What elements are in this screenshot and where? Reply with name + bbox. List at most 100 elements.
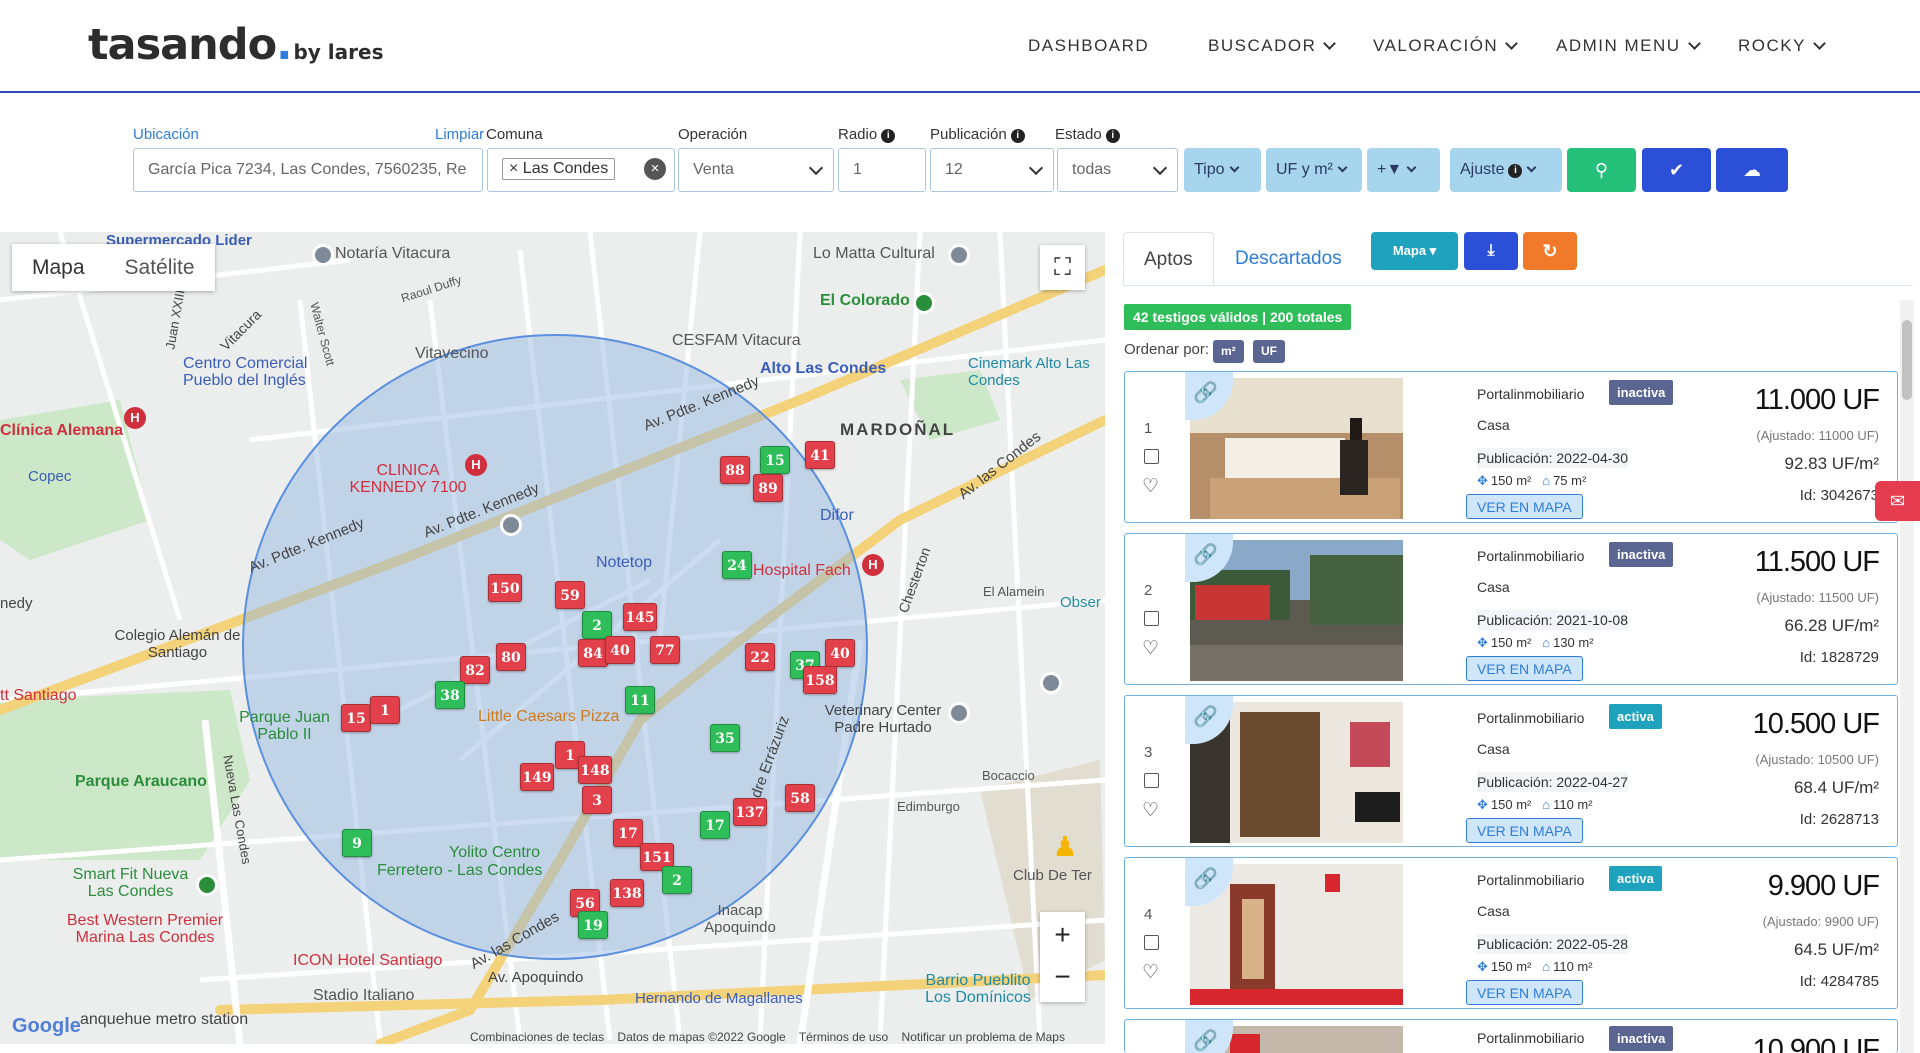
heart-icon[interactable]: ♡ [1142, 961, 1159, 984]
listing-map-marker[interactable]: 2 [662, 866, 692, 894]
listing-map-marker[interactable]: 24 [722, 551, 752, 579]
map-type-satelite[interactable]: Satélite [105, 244, 215, 291]
hospital-icon[interactable]: H [465, 454, 487, 476]
listing-map-marker[interactable]: 150 [488, 574, 522, 602]
order-uf-button[interactable]: UF [1253, 340, 1285, 363]
listing-map-marker[interactable]: 11 [625, 686, 655, 714]
nav-admin-menu[interactable]: ADMIN MENU [1556, 36, 1701, 56]
listing-map-marker[interactable]: 138 [610, 879, 644, 907]
search-button[interactable]: ⚲ [1567, 148, 1636, 192]
pegman-icon[interactable]: ♟ [1051, 830, 1079, 874]
radio-input[interactable]: 1 [838, 148, 926, 192]
hospital-icon[interactable]: H [124, 407, 146, 429]
listing-map-marker[interactable]: 15 [341, 704, 371, 732]
attr-shortcuts[interactable]: Combinaciones de teclas [470, 1030, 604, 1044]
download-button[interactable]: ⤓ [1464, 232, 1518, 270]
operacion-select[interactable]: Venta [678, 148, 834, 192]
info-icon[interactable]: i [1105, 129, 1120, 143]
fullscreen-icon[interactable]: ⛶ [1040, 245, 1085, 290]
hospital-icon[interactable]: H [862, 554, 884, 576]
listing-map-marker[interactable]: 149 [520, 763, 554, 791]
map-view[interactable]: Supermercado Lider Notaría Vitacura Lo M… [0, 232, 1105, 1044]
listing-map-marker[interactable]: 80 [496, 643, 526, 671]
listing-map-marker[interactable]: 58 [785, 784, 815, 812]
listing-map-marker[interactable]: 15 [760, 446, 790, 474]
listing-map-marker[interactable]: 9 [342, 829, 372, 857]
listing-map-marker[interactable]: 89 [753, 474, 783, 502]
listing-map-marker[interactable]: 148 [578, 756, 612, 784]
scrollbar-thumb[interactable] [1902, 320, 1912, 400]
listing-map-marker[interactable]: 1 [370, 696, 400, 724]
poi-pin-icon[interactable] [948, 702, 970, 724]
scrollbar[interactable] [1900, 300, 1914, 1053]
heart-icon[interactable]: ♡ [1142, 799, 1159, 822]
uf-m2-dropdown[interactable]: UF y m² [1266, 148, 1362, 192]
listing-map-marker[interactable]: 40 [825, 639, 855, 667]
listing-map-marker[interactable]: 59 [555, 581, 585, 609]
nav-user-rocky[interactable]: ROCKY [1738, 36, 1826, 56]
listing-map-marker[interactable]: 82 [460, 656, 490, 684]
park-pin-icon[interactable] [196, 874, 218, 896]
listing-map-marker[interactable]: 137 [733, 798, 767, 826]
listing-card[interactable]: 3 ♡ 🔗 Portalinmobiliario activa Casa Pub… [1124, 695, 1898, 847]
poi-pin-icon[interactable] [948, 244, 970, 266]
listing-checkbox[interactable] [1144, 773, 1159, 788]
listing-map-marker[interactable]: 145 [623, 603, 657, 631]
map-type-mapa[interactable]: Mapa [12, 244, 105, 291]
ubicacion-input[interactable]: García Pica 7234, Las Condes, 7560235, R… [133, 148, 483, 192]
comuna-tag[interactable]: × Las Condes [502, 158, 616, 180]
info-icon[interactable]: i [1010, 129, 1025, 143]
listing-map-marker[interactable]: 84 [578, 639, 608, 667]
poi-pin-icon[interactable] [1040, 672, 1062, 694]
tab-descartados[interactable]: Descartados [1215, 232, 1362, 286]
estado-select[interactable]: todas [1057, 148, 1178, 192]
listing-map-marker[interactable]: 41 [805, 441, 835, 469]
tipo-dropdown[interactable]: Tipo [1184, 148, 1261, 192]
zoom-in-icon[interactable]: + [1040, 912, 1085, 957]
listing-checkbox[interactable] [1144, 611, 1159, 626]
heart-icon[interactable]: ♡ [1142, 637, 1159, 660]
listing-map-marker[interactable]: 35 [710, 724, 740, 752]
info-icon[interactable]: i [881, 129, 896, 143]
heart-icon[interactable]: ♡ [1142, 475, 1159, 498]
more-filters-dropdown[interactable]: +▼ [1367, 148, 1440, 192]
mail-icon[interactable]: ✉ [1875, 481, 1920, 521]
refresh-button[interactable]: ↻ [1523, 232, 1577, 270]
nav-valoracion[interactable]: VALORACIÓN [1373, 36, 1519, 56]
listing-map-marker[interactable]: 3 [582, 786, 612, 814]
listing-map-marker[interactable]: 158 [803, 666, 837, 694]
listing-map-marker[interactable]: 19 [578, 911, 608, 939]
listing-card[interactable]: 🔗 Portalinmobiliario inactiva 10.900 UF [1124, 1019, 1898, 1053]
attr-terms[interactable]: Términos de uso [799, 1030, 888, 1044]
listing-map-marker[interactable]: 88 [720, 456, 750, 484]
listing-map-marker[interactable]: 77 [650, 636, 680, 664]
ver-en-mapa-button[interactable]: VER EN MAPA [1466, 494, 1583, 519]
poi-pin-icon[interactable] [312, 244, 334, 266]
mapa-dropdown-button[interactable]: Mapa ▾ [1371, 232, 1458, 270]
limpiar-link[interactable]: Limpiar [435, 126, 484, 143]
listing-map-marker[interactable]: 17 [613, 819, 643, 847]
order-m2-button[interactable]: m² [1213, 340, 1244, 363]
ajuste-dropdown[interactable]: Ajuste i [1450, 148, 1562, 192]
nav-dashboard[interactable]: DASHBOARD [1028, 36, 1149, 56]
attr-report[interactable]: Notificar un problema de Maps [902, 1030, 1065, 1044]
ver-en-mapa-button[interactable]: VER EN MAPA [1466, 656, 1583, 681]
tab-aptos[interactable]: Aptos [1123, 232, 1214, 286]
poi-pin-icon[interactable] [500, 514, 522, 536]
listing-map-marker[interactable]: 2 [582, 611, 612, 639]
link-icon[interactable]: 🔗 [1185, 1020, 1233, 1053]
listing-checkbox[interactable] [1144, 935, 1159, 950]
listing-map-marker[interactable]: 40 [605, 636, 635, 664]
tag-remove-icon[interactable]: × [509, 160, 523, 177]
zoom-out-icon[interactable]: − [1040, 957, 1085, 1002]
validate-button[interactable]: ✔ [1642, 148, 1711, 192]
listing-map-marker[interactable]: 22 [745, 643, 775, 671]
clear-comuna-icon[interactable]: × [644, 158, 666, 180]
listing-map-marker[interactable]: 17 [700, 811, 730, 839]
publicacion-select[interactable]: 12 [930, 148, 1054, 192]
listing-card[interactable]: 2 ♡ 🔗 Portalinmobiliario inactiva Casa P… [1124, 533, 1898, 685]
park-pin-icon[interactable] [913, 292, 935, 314]
ver-en-mapa-button[interactable]: VER EN MAPA [1466, 980, 1583, 1005]
listing-card[interactable]: 4 ♡ 🔗 Portalinmobiliario activa Casa Pub… [1124, 857, 1898, 1009]
tasando-logo[interactable]: tasando. by lares [88, 20, 383, 70]
